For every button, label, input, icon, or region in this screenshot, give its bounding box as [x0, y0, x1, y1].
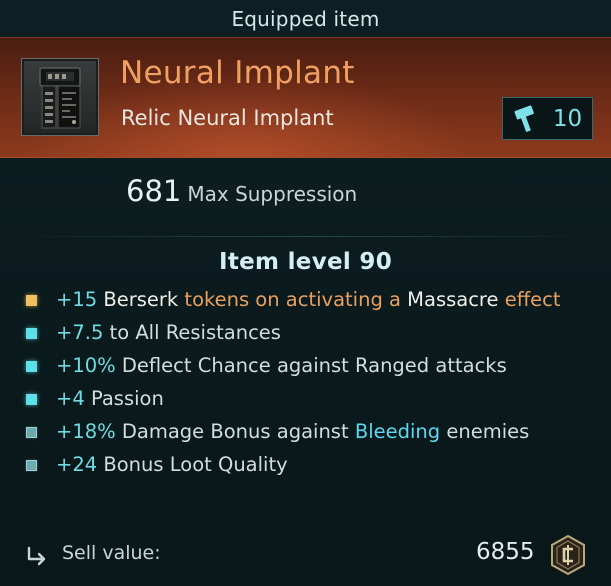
- affix-bullet-icon: [26, 394, 37, 405]
- affix-berserk-tokens: +15 Berserk tokens on activating a Massa…: [22, 286, 602, 313]
- primary-stat-label: Max Suppression: [187, 182, 358, 206]
- affix-passion: +4 Passion: [22, 385, 602, 412]
- coin-icon: [551, 534, 585, 576]
- item-type: Relic Neural Implant: [121, 106, 334, 130]
- tooltip-header: Equipped item: [0, 0, 611, 37]
- affix-text: effect: [498, 288, 561, 311]
- affix-all-resistances: +7.5 to All Resistances: [22, 319, 602, 346]
- affix-text: enemies: [440, 420, 530, 443]
- affix-text: Damage Bonus against: [115, 420, 355, 443]
- affix-bullet-icon: [26, 460, 37, 471]
- item-thumbnail[interactable]: [21, 58, 99, 136]
- header-title: Equipped item: [231, 6, 380, 31]
- affix-value: +18%: [56, 420, 116, 443]
- hammer-icon: [514, 104, 534, 132]
- affix-deflect-chance: +10% Deflect Chance against Ranged attac…: [22, 352, 602, 379]
- sell-arrow-icon: [27, 546, 46, 566]
- affix-damage-bleeding: +18% Damage Bonus against Bleeding enemi…: [22, 418, 602, 445]
- affix-value: +10%: [56, 354, 116, 377]
- item-name: Neural Implant: [120, 55, 355, 91]
- divider: [0, 236, 611, 237]
- affix-keyword: Massacre: [407, 288, 499, 311]
- affix-value: +24: [56, 453, 98, 476]
- affix-bullet-icon: [26, 427, 37, 438]
- requirement-value: 10: [552, 105, 583, 132]
- sell-label: Sell value:: [62, 542, 161, 564]
- item-requirement-badge: 10: [502, 97, 593, 140]
- affix-text: Deflect Chance against Ranged attacks: [115, 354, 507, 377]
- primary-stat-value: 681: [126, 174, 182, 208]
- affix-text: Bonus Loot Quality: [97, 453, 288, 476]
- affix-value: +4: [56, 387, 85, 410]
- affix-list: +15 Berserk tokens on activating a Massa…: [22, 286, 602, 484]
- affix-keyword: Bleeding: [354, 420, 441, 443]
- primary-stat: 681 Max Suppression: [126, 174, 357, 208]
- affix-value: +15: [56, 288, 98, 311]
- legendary-bullet-icon: [26, 295, 37, 306]
- affix-loot-quality: +24 Bonus Loot Quality: [22, 451, 602, 478]
- affix-keyword: Berserk: [103, 288, 179, 311]
- item-banner: Neural Implant Relic Neural Implant 10: [0, 37, 611, 158]
- sell-value: 6855: [476, 539, 535, 565]
- sell-row: Sell value: 6855: [0, 526, 611, 586]
- item-tooltip: Equipped item Neural Implant Relic Neura…: [0, 0, 611, 586]
- affix-text: tokens on activating a: [178, 288, 408, 311]
- affix-bullet-icon: [26, 361, 37, 372]
- affix-bullet-icon: [26, 328, 37, 339]
- affix-text: Passion: [84, 387, 164, 410]
- affix-text: to All Resistances: [103, 321, 281, 344]
- neural-implant-icon: [39, 67, 81, 129]
- affix-value: +7.5: [56, 321, 104, 344]
- item-level: Item level 90: [219, 249, 392, 275]
